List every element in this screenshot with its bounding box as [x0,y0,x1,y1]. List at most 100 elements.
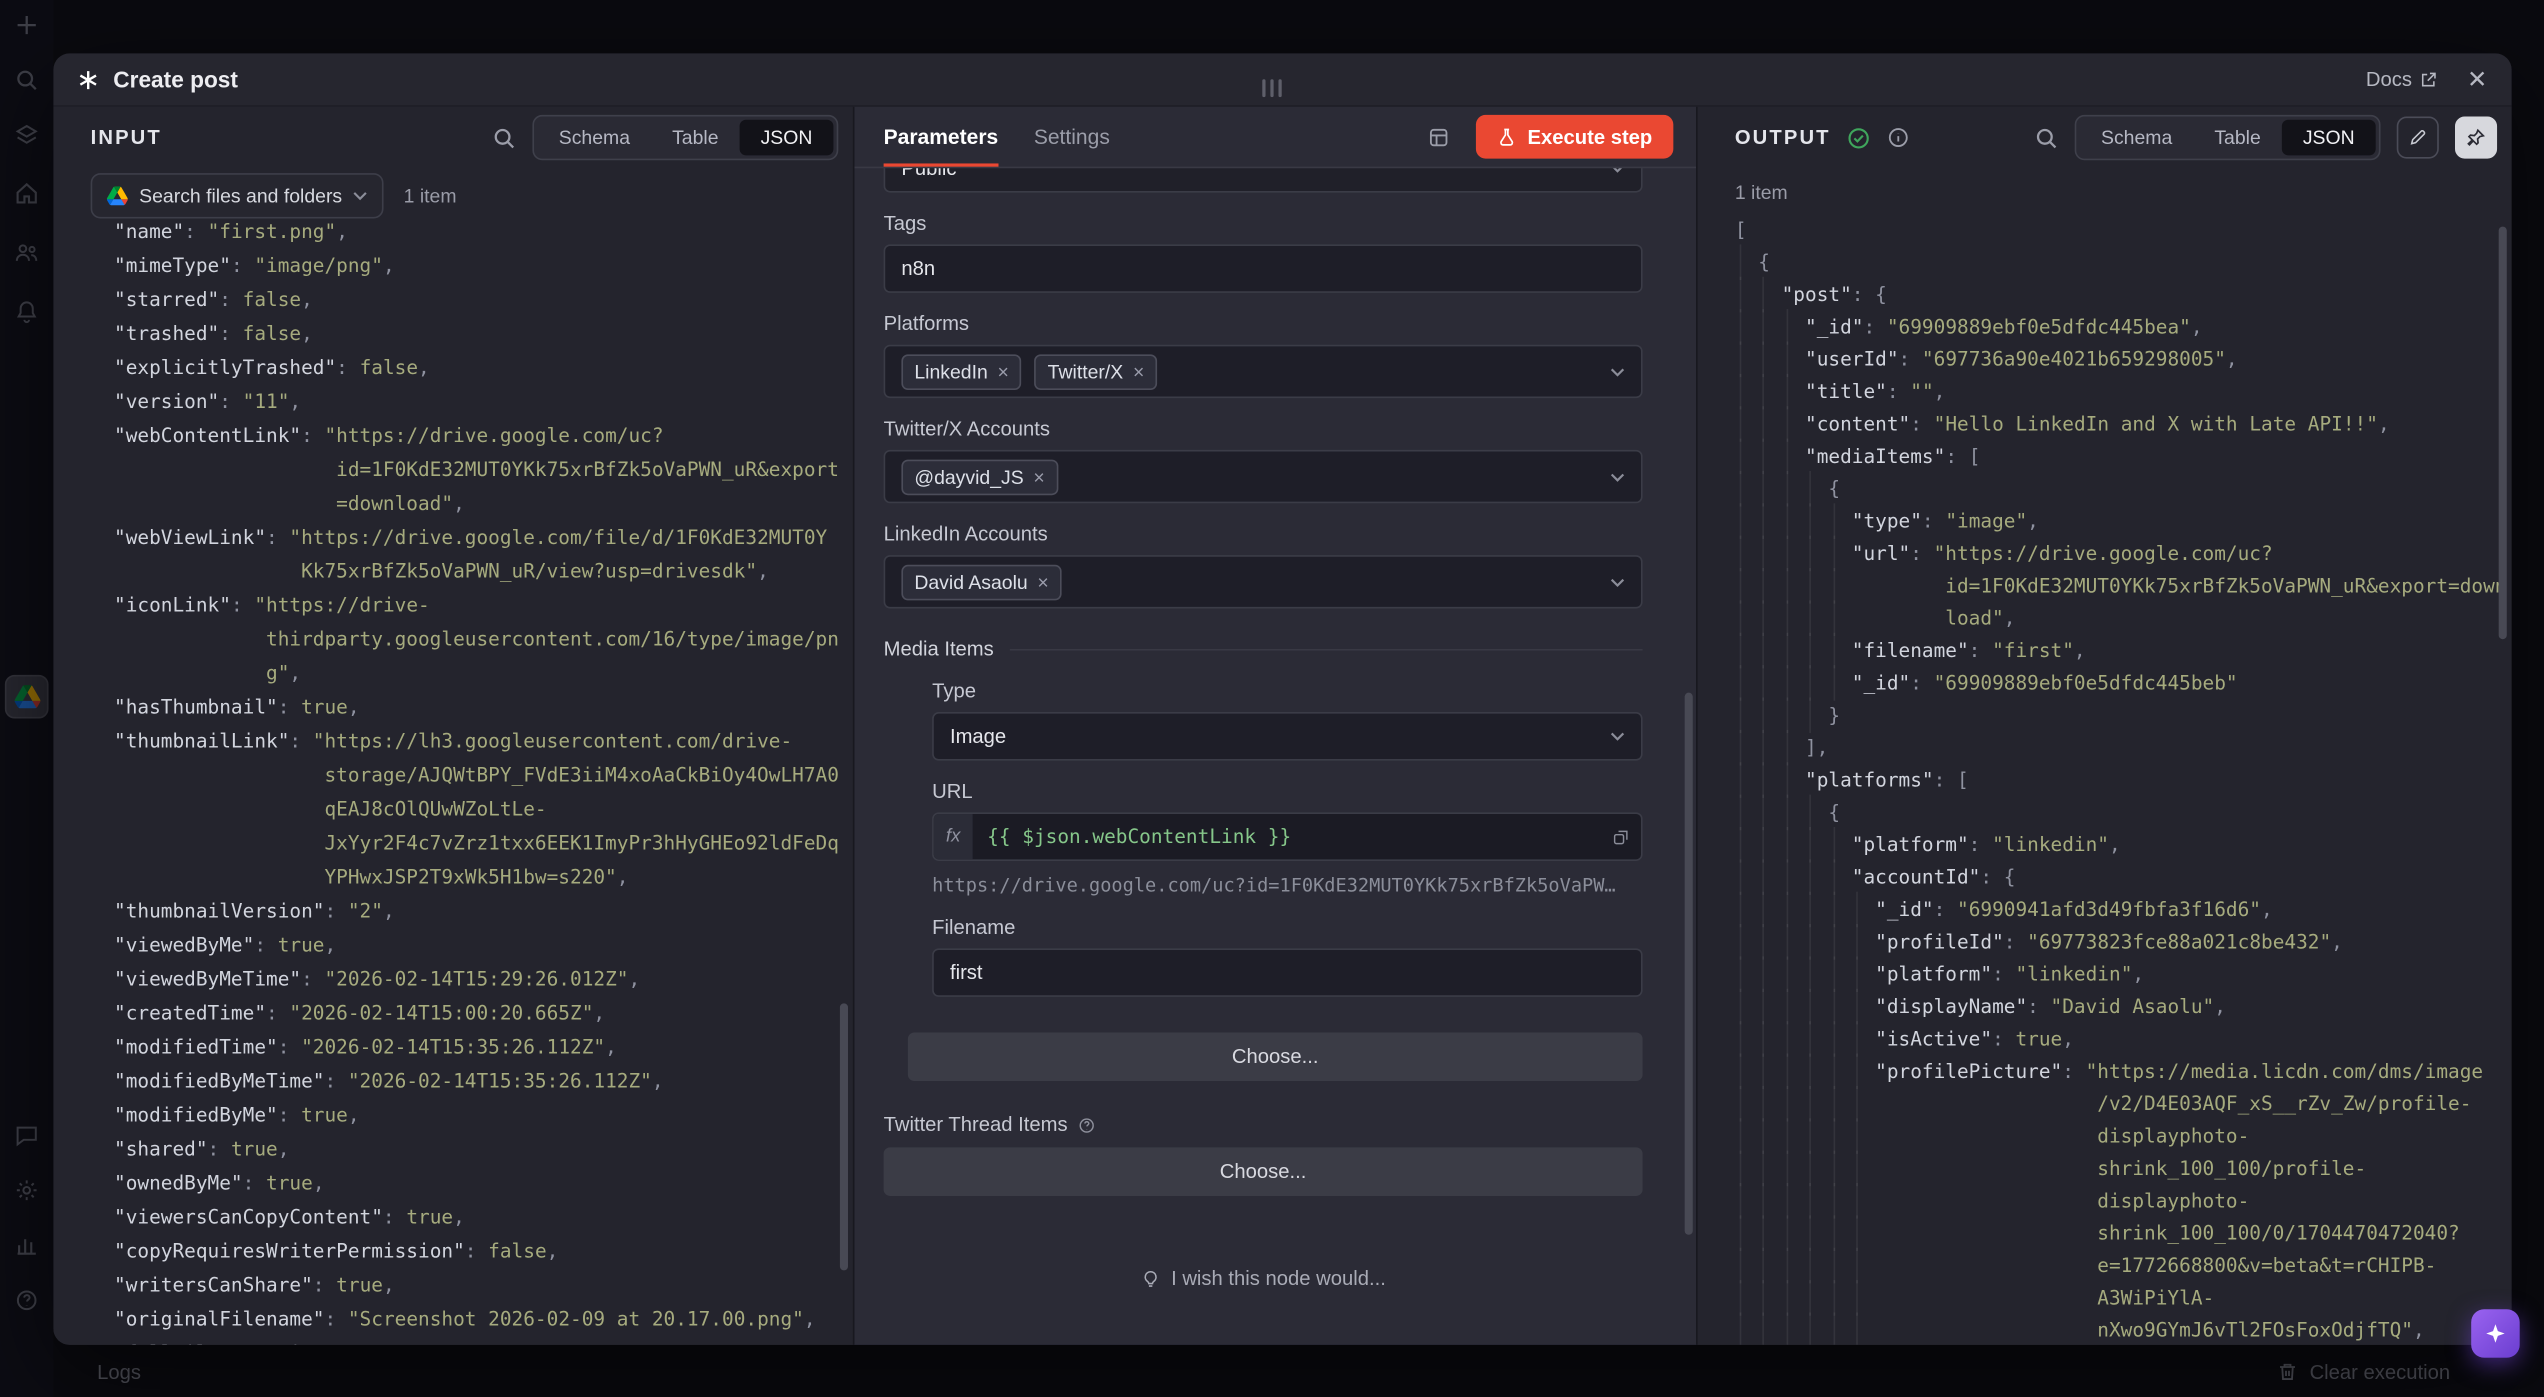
chevron-down-icon [1610,367,1625,377]
chip-linkedin[interactable]: LinkedIn × [901,354,1021,390]
chevron-down-icon [1610,731,1625,741]
json-line: YPHwxJSP2T9xWk5H1bw=s220", [91,861,853,895]
ai-assistant-button[interactable] [2471,1308,2520,1357]
json-view-input: "name": "first.png", "mimeType": "image/… [53,215,852,1345]
execute-step-button[interactable]: Execute step [1476,115,1674,159]
help-icon[interactable] [1077,1116,1095,1134]
json-line: load", [1735,602,2512,634]
parameters-scrollbar[interactable] [1685,693,1693,1235]
platforms-chips: LinkedIn×Twitter/X× [901,354,1157,390]
pin-data-button[interactable] [2455,117,2497,159]
output-panel-header: OUTPUT SchemaTableJSON [1698,107,2512,168]
json-line: "userId": "697736a90e4021b659298005", [1735,343,2512,375]
json-line: "content": "Hello LinkedIn and X with La… [1735,408,2512,440]
close-icon[interactable]: ✕ [2467,65,2487,94]
search-icon[interactable] [2035,125,2059,149]
input-source-select[interactable]: Search files and folders [91,173,385,218]
json-line: "viewedByMeTime": "2026-02-14T15:29:26.0… [91,963,853,997]
json-line: A3WiPiYlA- [1735,1282,2512,1314]
screen: Logs Clear execution Create post Docs ✕ [0,0,2544,1397]
panel-settings-icon[interactable] [1427,125,1450,148]
chevron-down-icon [1610,472,1625,482]
chip-david-asaolu[interactable]: David Asaolu× [901,564,1061,600]
docs-label: Docs [2366,68,2412,91]
json-line: displayphoto- [1735,1185,2512,1217]
output-view-tabs: SchemaTableJSON [2075,115,2380,160]
json-line: "originalFilename": "Screenshot 2026-02-… [91,1303,853,1337]
input-scrollbar[interactable] [840,1003,848,1270]
json-line: "profileId": "69773823fce88a021c8be432", [1735,926,2512,958]
media-type-label: Type [932,680,1642,703]
expand-expression-icon[interactable] [1599,814,1641,859]
input-view-tabs: SchemaTableJSON [533,115,838,160]
tags-value: n8n [901,257,935,280]
json-line: "createdTime": "2026-02-14T15:00:20.665Z… [91,997,853,1031]
docs-link[interactable]: Docs [2366,68,2438,91]
json-line: id=1F0KdE32MUT0YKk75xrBfZk5oVaPWN_uR&exp… [91,453,853,487]
panel-drag-handle[interactable] [1262,79,1281,97]
json-line: "accountId": { [1735,861,2512,893]
input-source-label: Search files and folders [139,184,342,207]
chip-remove-icon[interactable]: × [1033,465,1044,488]
json-line: "webContentLink": "https://drive.google.… [91,419,853,453]
view-tab-table[interactable]: Table [2193,120,2282,156]
info-icon[interactable] [1887,126,1910,149]
json-line: shrink_100_100/0/1704470472040? [1735,1217,2512,1249]
visibility-select[interactable]: Public [884,168,1643,192]
json-line: id=1F0KdE32MUT0YKk75xrBfZk5oVaPWN_uR&exp… [1735,570,2512,602]
json-line: "isActive": true, [1735,1023,2512,1055]
json-line: "platforms": [ [1735,764,2512,796]
twitter-accounts-select[interactable]: @dayvid_JS× [884,450,1643,503]
url-expression-value[interactable]: {{ $json.webContentLink }} [973,814,1599,859]
chip-remove-icon[interactable]: × [1037,570,1048,593]
chip-label: LinkedIn [914,360,987,383]
chip-twitter-x[interactable]: Twitter/X× [1035,354,1158,390]
json-line: ], [1735,731,2512,763]
visibility-value: Public [901,168,956,179]
json-line: { [1735,796,2512,828]
tab-parameters[interactable]: Parameters [884,125,999,167]
chip-remove-icon[interactable]: × [997,360,1008,383]
tab-settings[interactable]: Settings [1034,125,1110,167]
json-line: "thumbnailLink": "https://lh3.googleuser… [91,725,853,759]
media-items-group: Type Image URL fx {{ $json.webContentLin… [908,680,1643,1081]
json-line: "hasThumbnail": true, [91,691,853,725]
twitter-accounts-chips: @dayvid_JS× [901,459,1057,495]
json-line: /v2/D4E03AQF_xS__rZv_Zw/profile- [1735,1088,2512,1120]
wish-link[interactable]: I wish this node would... [884,1267,1643,1290]
platforms-select[interactable]: LinkedIn×Twitter/X× [884,345,1643,398]
view-tab-schema[interactable]: Schema [538,120,651,156]
json-line: "mediaItems": [ [1735,440,2512,472]
json-line: { [1735,246,2512,278]
twitter-thread-choose-button[interactable]: Choose... [884,1147,1643,1196]
json-line: "url": "https://drive.google.com/uc? [1735,537,2512,569]
chip-remove-icon[interactable]: × [1133,360,1144,383]
search-icon[interactable] [492,125,516,149]
view-tab-schema[interactable]: Schema [2080,120,2193,156]
view-tab-table[interactable]: Table [651,120,740,156]
chevron-down-icon [1610,168,1625,173]
output-item-count: 1 item [1698,168,2512,204]
media-items-choose-button[interactable]: Choose... [908,1032,1643,1081]
filename-input[interactable]: first [932,948,1642,997]
json-line: "explicitlyTrashed": false, [91,351,853,385]
platforms-label: Platforms [884,312,1643,335]
twitter-accounts-label: Twitter/X Accounts [884,418,1643,441]
chip--dayvid-js[interactable]: @dayvid_JS× [901,459,1057,495]
media-type-select[interactable]: Image [932,712,1642,761]
node-details-modal: Create post Docs ✕ INPUT SchemaTableJSON [53,53,2511,1344]
json-line: "modifiedByMeTime": "2026-02-14T15:35:26… [91,1065,853,1099]
input-item-count: 1 item [404,184,457,207]
tags-input[interactable]: n8n [884,244,1643,293]
json-line: { [1735,473,2512,505]
view-tab-json[interactable]: JSON [740,120,834,156]
output-scrollbar[interactable] [2499,227,2507,640]
view-tab-json[interactable]: JSON [2282,120,2376,156]
json-line: displayphoto- [1735,1120,2512,1152]
json-line: "_id": "69909889ebf0e5dfdc445beb" [1735,667,2512,699]
url-expression-input[interactable]: fx {{ $json.webContentLink }} [932,812,1642,861]
linkedin-accounts-select[interactable]: David Asaolu× [884,555,1643,608]
edit-output-button[interactable] [2397,117,2439,159]
json-line: e=1772668800&v=beta&t=rCHIPB- [1735,1249,2512,1281]
twitter-thread-items-label: Twitter Thread Items [884,1113,1068,1136]
